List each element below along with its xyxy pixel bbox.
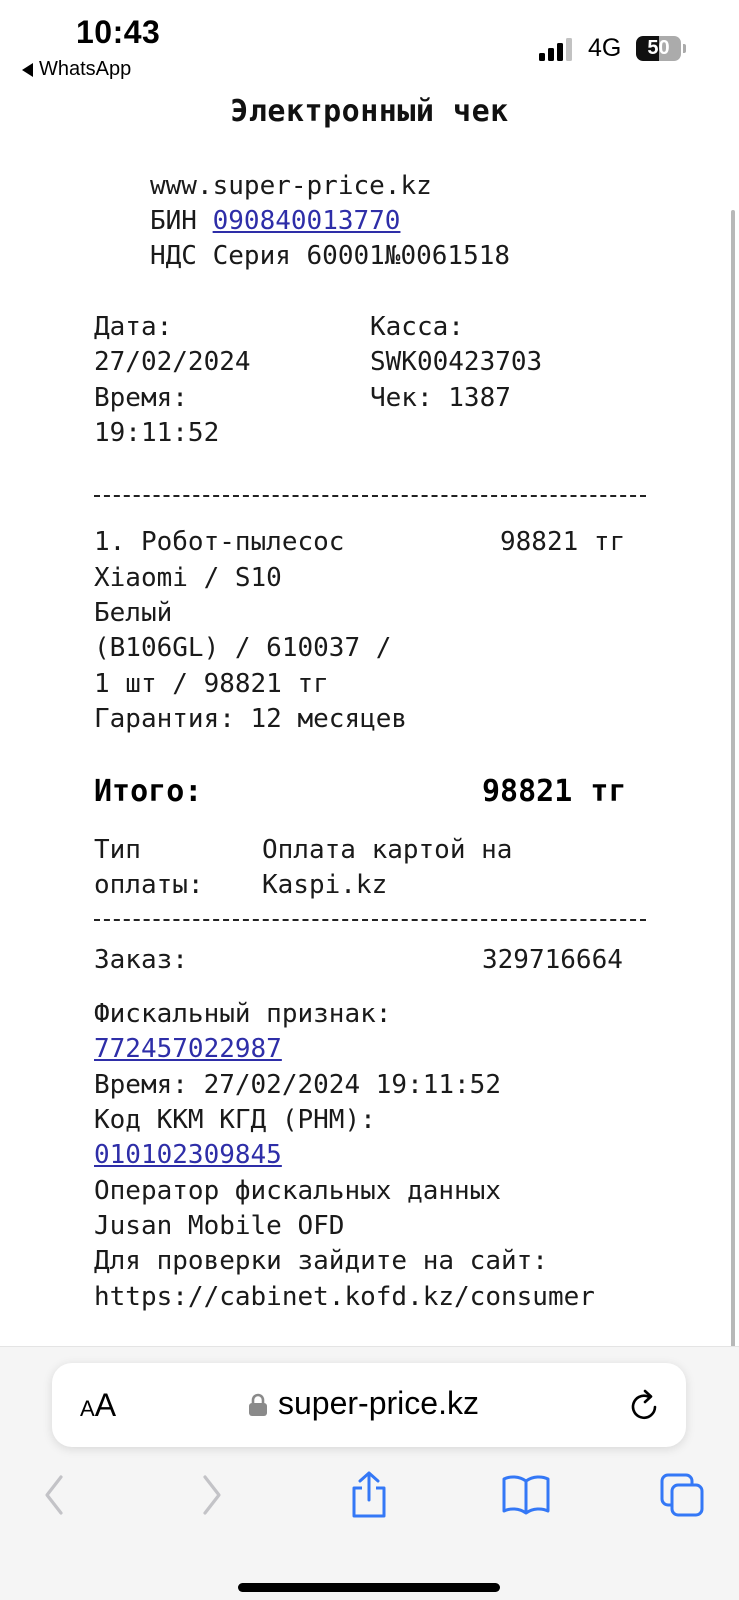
bin-label: БИН [150, 206, 213, 236]
operator-label: Оператор фискальных данных [94, 1176, 501, 1206]
check-url[interactable]: https://cabinet.kofd.kz/consumer [94, 1279, 595, 1315]
total-value: 98821 тг [482, 774, 627, 809]
receipt-page: Электронный чек www.super-price.kz БИН 0… [0, 92, 739, 1346]
item-color: Белый [94, 598, 173, 628]
forward-icon [203, 1475, 221, 1515]
payment-type-label-1: Тип [94, 835, 141, 865]
kassa-label: Касса: [370, 312, 464, 342]
signal-bar [557, 43, 563, 61]
page-scrollbar[interactable] [731, 210, 735, 1346]
divider [94, 919, 646, 921]
battery-level: 50 [647, 37, 670, 59]
fiscal-sign-link[interactable]: 772457022987 [94, 1031, 282, 1067]
payment-type-value-1: Оплата картой на [262, 835, 513, 865]
item-model: Xiaomi / S10 [94, 563, 282, 593]
back-button[interactable] [24, 1465, 84, 1525]
item-name: 1. Робот-пылесос [94, 527, 345, 557]
back-icon [45, 1475, 63, 1515]
receipt-title: Электронный чек [230, 94, 509, 129]
home-indicator[interactable] [238, 1583, 500, 1592]
kassa-value: SWK00423703 [370, 347, 543, 377]
operator-name: Jusan Mobile OFD [94, 1211, 345, 1241]
tabs-icon [660, 1473, 704, 1517]
time-label: Время: [94, 383, 188, 413]
kkm-value[interactable]: 010102309845 [94, 1140, 282, 1170]
kkm-link[interactable]: 010102309845 [94, 1137, 282, 1173]
share-button[interactable] [339, 1465, 399, 1525]
date-label: Дата: [94, 312, 173, 342]
browser-bottom-bar: AA super-price.kz [0, 1346, 739, 1600]
back-app-label: WhatsApp [39, 58, 132, 80]
divider [94, 495, 646, 497]
kkm-label: Код ККМ КГД (РНМ): [94, 1105, 376, 1135]
store-website: www.super-price.kz [150, 171, 432, 201]
item-price: 98821 тг [500, 527, 626, 557]
lock-icon [249, 1393, 267, 1416]
item-warranty: Гарантия: 12 месяцев [94, 704, 408, 734]
bookmarks-button[interactable] [496, 1465, 556, 1525]
payment-type-value-2: Kaspi.kz [262, 870, 388, 900]
address-bar[interactable]: AA super-price.kz [52, 1363, 686, 1447]
item-quantity: 1 шт / 98821 тг [94, 669, 329, 699]
fiscal-sign-label: Фискальный признак: [94, 999, 392, 1029]
status-bar: 10:43 WhatsApp 4G 50 [0, 0, 739, 92]
time-value: 19:11:52 [94, 418, 220, 448]
order-label: Заказ: [94, 945, 188, 975]
fiscal-sign-value[interactable]: 772457022987 [94, 1034, 282, 1064]
check-number: Чек: 1387 [370, 383, 511, 413]
status-time: 10:43 [76, 14, 161, 50]
reader-settings-button[interactable]: AA [80, 1387, 116, 1424]
browser-toolbar [0, 1465, 739, 1525]
signal-bar [539, 53, 545, 61]
signal-bar [566, 38, 572, 61]
check-prompt: Для проверки зайдите на сайт: [94, 1246, 548, 1276]
network-type: 4G [588, 34, 622, 62]
forward-button[interactable] [182, 1465, 242, 1525]
url-text[interactable]: super-price.kz [278, 1385, 479, 1422]
bookmarks-icon [502, 1475, 550, 1515]
date-value: 27/02/2024 [94, 347, 251, 377]
reload-icon[interactable] [628, 1387, 662, 1423]
nds-series: НДС Серия 60001№0061518 [150, 241, 511, 271]
tabs-button[interactable] [652, 1465, 712, 1525]
total-label: Итого: [94, 774, 203, 809]
cellular-signal-icon [539, 38, 572, 61]
back-to-app-link[interactable]: WhatsApp [22, 58, 131, 81]
share-icon [352, 1471, 386, 1518]
battery-icon: 50 [636, 36, 686, 61]
bin-link[interactable]: 090840013770 [213, 206, 401, 236]
bin-line: БИН 090840013770 [150, 203, 400, 239]
fiscal-time: Время: 27/02/2024 19:11:52 [94, 1070, 501, 1100]
item-code: (B106GL) / 610037 / [94, 633, 392, 663]
order-value: 329716664 [482, 945, 623, 975]
back-triangle-icon [22, 62, 33, 77]
payment-type-label-2: оплаты: [94, 870, 204, 900]
signal-bar [548, 48, 554, 61]
